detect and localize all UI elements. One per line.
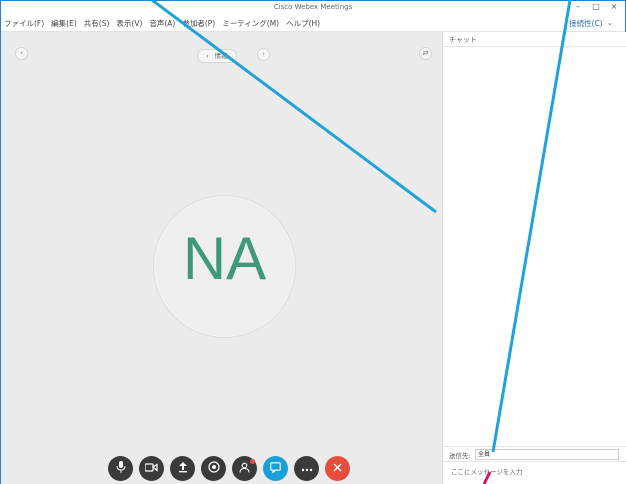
menu-help[interactable]: ヘルプ(H): [286, 18, 320, 29]
chat-input-placeholder: ここにメッセージを入力: [451, 468, 523, 476]
swap-layout-button[interactable]: ⇄: [419, 47, 432, 60]
chat-icon: [270, 461, 281, 476]
menu-items: ファイル(F) 編集(E) 共有(S) 表示(V) 音声(A) 参加者(P) ミ…: [4, 18, 320, 29]
connectivity-menu[interactable]: 接続性(C) ⌄: [569, 18, 613, 29]
participants-button[interactable]: [232, 456, 257, 481]
mute-button[interactable]: [108, 456, 133, 481]
chat-panel-header: チャット: [443, 32, 626, 47]
chat-input[interactable]: ここにメッセージを入力: [443, 460, 626, 484]
menu-participants[interactable]: 参加者(P): [182, 18, 215, 29]
minimize-button[interactable]: –: [573, 2, 583, 11]
notification-dot: [250, 459, 255, 464]
chat-panel-title: チャット: [449, 36, 477, 44]
close-icon: [333, 462, 342, 475]
microphone-icon: [116, 461, 126, 476]
record-icon: [207, 461, 220, 476]
share-next-button[interactable]: ›: [257, 48, 270, 61]
meeting-controls: [108, 456, 350, 481]
connectivity-label: 接続性(C): [569, 19, 603, 28]
title-bar: Cisco Webex Meetings – □ ×: [1, 1, 625, 15]
chat-panel: チャット 送信先: 全員 ここにメッセージを入力: [442, 32, 626, 484]
avatar-initials: NA: [182, 225, 267, 292]
close-button[interactable]: ×: [609, 2, 619, 11]
video-icon: [144, 462, 158, 475]
end-meeting-button[interactable]: [325, 456, 350, 481]
menu-file[interactable]: ファイル(F): [4, 18, 44, 29]
chevron-right-icon: ›: [262, 50, 265, 58]
more-button[interactable]: [294, 456, 319, 481]
webex-window: Cisco Webex Meetings – □ × ファイル(F) 編集(E)…: [0, 0, 626, 484]
window-title: Cisco Webex Meetings: [273, 3, 353, 11]
menu-meeting[interactable]: ミーティング(M): [222, 18, 279, 29]
maximize-button[interactable]: □: [591, 2, 601, 11]
menu-share[interactable]: 共有(S): [84, 18, 110, 29]
participant-avatar: NA: [153, 195, 296, 338]
swap-icon: ⇄: [422, 49, 429, 57]
menu-audio[interactable]: 音声(A): [149, 18, 175, 29]
chevron-down-icon: ⌄: [606, 18, 613, 27]
more-icon: [301, 462, 313, 475]
share-prev-icon: ‹: [206, 52, 209, 60]
menu-bar: ファイル(F) 編集(E) 共有(S) 表示(V) 音声(A) 参加者(P) ミ…: [1, 15, 625, 32]
share-info-pill[interactable]: ‹ 情報: [197, 49, 237, 63]
menu-view[interactable]: 表示(V): [116, 18, 142, 29]
video-button[interactable]: [139, 456, 164, 481]
recipient-select[interactable]: 全員: [475, 449, 619, 460]
share-info-label: 情報: [214, 52, 228, 60]
recipient-label: 送信先:: [449, 452, 471, 460]
share-icon: [178, 461, 188, 476]
window-controls: – □ ×: [573, 2, 619, 11]
meeting-stage: ‹ ‹ 情報 › ⇄ NA: [1, 32, 442, 484]
menu-edit[interactable]: 編集(E): [51, 18, 77, 29]
participants-icon: [239, 462, 250, 476]
collapse-left-button[interactable]: ‹: [15, 47, 28, 60]
record-button[interactable]: [201, 456, 226, 481]
chevron-left-icon: ‹: [20, 49, 23, 57]
chat-button[interactable]: [263, 456, 288, 481]
share-button[interactable]: [170, 456, 195, 481]
